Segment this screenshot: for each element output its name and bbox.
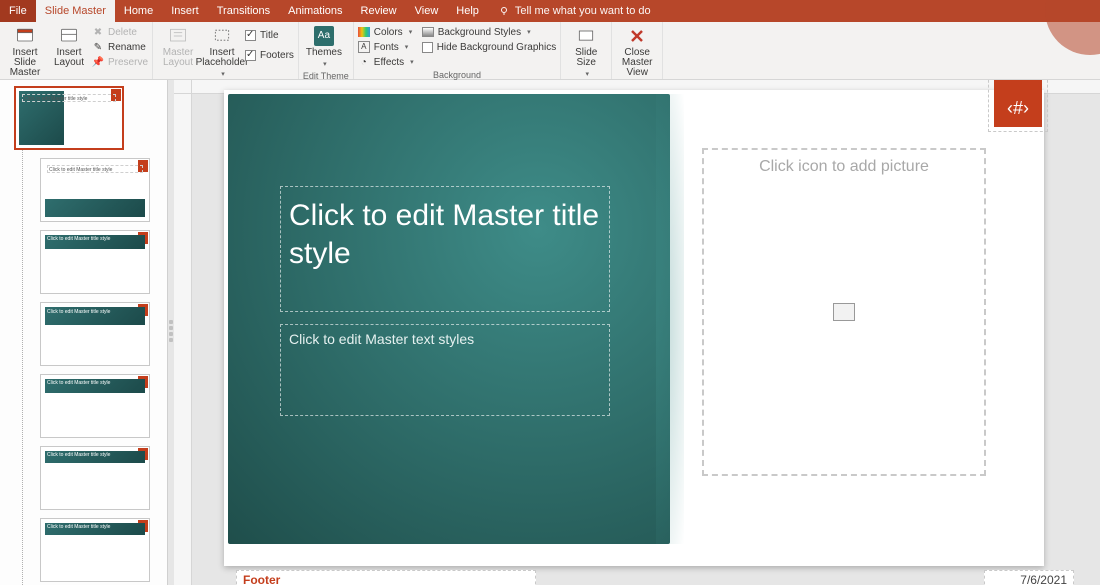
tell-me-label: Tell me what you want to do (515, 5, 651, 17)
footers-checkbox[interactable]: Footers (245, 48, 294, 62)
effects-button[interactable]: ◔Effects▾ (358, 55, 414, 69)
checkbox-icon (245, 50, 256, 61)
ruler-corner (174, 80, 192, 94)
insert-slide-master-button[interactable]: Insert Slide Master (4, 24, 46, 78)
insert-placeholder-button[interactable]: Insert Placeholder▾ (201, 24, 243, 80)
fonts-icon: A (358, 41, 370, 53)
placeholder-icon (212, 26, 232, 46)
colors-button[interactable]: Colors▾ (358, 25, 414, 39)
group-edit-theme: Aa Themes▾ Edit Theme (299, 22, 354, 79)
insert-layout-button[interactable]: Insert Layout (48, 24, 90, 68)
slide-number-placeholder[interactable]: ‹#› (994, 80, 1042, 127)
tab-file[interactable]: File (0, 0, 36, 22)
slide-master-surface[interactable]: ‹#› Click to edit Master title style Cli… (224, 90, 1044, 566)
thumbnail-layout-3[interactable]: Click to edit Master title style (40, 302, 150, 366)
picture-icon[interactable] (833, 303, 855, 321)
slide-size-icon (576, 26, 596, 46)
colors-icon (358, 27, 370, 37)
tab-help[interactable]: Help (447, 0, 488, 22)
effects-icon: ◔ (358, 56, 370, 68)
outline-tree-line (22, 92, 23, 585)
layout-icon (59, 26, 79, 46)
preserve-icon: 📌 (92, 56, 104, 68)
delete-button[interactable]: ✖Delete (92, 25, 148, 39)
checkbox-icon (245, 30, 256, 41)
group-close: Close Master View Close (612, 22, 663, 79)
tab-home[interactable]: Home (115, 0, 162, 22)
thumbnail-layout-2[interactable]: Click to edit Master title style (40, 230, 150, 294)
master-layout-button[interactable]: Master Layout (157, 24, 199, 68)
bg-styles-icon (422, 27, 434, 37)
background-styles-button[interactable]: Background Styles▾ (422, 25, 557, 39)
body-text-placeholder[interactable]: Click to edit Master text styles (280, 324, 610, 416)
picture-placeholder[interactable]: Click icon to add picture (702, 148, 986, 476)
main-area: Click to edit Master title style Click t… (0, 80, 1100, 585)
close-master-view-button[interactable]: Close Master View (616, 24, 658, 78)
master-layout-icon (168, 26, 188, 46)
thumbnail-layout-5[interactable]: Click to edit Master title style (40, 446, 150, 510)
tab-slide-master[interactable]: Slide Master (36, 0, 115, 22)
fonts-button[interactable]: AFonts▾ (358, 40, 414, 54)
slide-background-panel (228, 94, 670, 544)
tab-insert[interactable]: Insert (162, 0, 208, 22)
rename-icon: ✎ (92, 41, 104, 53)
themes-button[interactable]: Aa Themes▾ (303, 24, 345, 70)
ribbon-tabs: File Slide Master Home Insert Transition… (0, 0, 1100, 22)
thumbnail-layout-6[interactable]: Click to edit Master title style (40, 518, 150, 582)
tab-animations[interactable]: Animations (279, 0, 351, 22)
tell-me-search[interactable]: Tell me what you want to do (488, 5, 651, 17)
checkbox-icon (422, 42, 433, 53)
splitter-grip-icon (169, 320, 173, 356)
ribbon: Insert Slide Master Insert Layout ✖Delet… (0, 22, 1100, 80)
close-icon (627, 26, 647, 46)
footer-placeholder[interactable]: Footer (236, 570, 536, 585)
slide-size-button[interactable]: Slide Size▾ (565, 24, 607, 80)
thumbnail-layout-1[interactable]: Click to edit Master title style (40, 158, 150, 222)
app-corner-accent (1030, 0, 1100, 70)
thumbnail-slide-master[interactable]: Click to edit Master title style (14, 86, 124, 150)
tab-review[interactable]: Review (352, 0, 406, 22)
preserve-button[interactable]: 📌Preserve (92, 55, 148, 69)
title-checkbox[interactable]: Title (245, 28, 294, 42)
picture-placeholder-label: Click icon to add picture (759, 158, 929, 175)
lightbulb-icon (498, 5, 510, 17)
group-master-layout: Master Layout Insert Placeholder▾ Title … (153, 22, 299, 79)
ruler-vertical (174, 94, 192, 585)
slide-canvas[interactable]: ‹#› Click to edit Master title style Cli… (174, 80, 1100, 585)
group-size: Slide Size▾ Size (561, 22, 612, 79)
tab-view[interactable]: View (406, 0, 448, 22)
themes-icon: Aa (314, 26, 334, 46)
delete-icon: ✖ (92, 26, 104, 38)
tab-transitions[interactable]: Transitions (208, 0, 279, 22)
slide-master-icon (15, 26, 35, 46)
thumbnails-pane[interactable]: Click to edit Master title style Click t… (0, 80, 168, 585)
rename-button[interactable]: ✎Rename (92, 40, 148, 54)
date-placeholder[interactable]: 7/6/2021 (984, 570, 1074, 585)
hide-bg-checkbox[interactable]: Hide Background Graphics (422, 40, 557, 54)
title-placeholder[interactable]: Click to edit Master title style (280, 186, 610, 312)
group-background: Colors▾ AFonts▾ ◔Effects▾ Background Sty… (354, 22, 561, 79)
thumbnail-layout-4[interactable]: Click to edit Master title style (40, 374, 150, 438)
group-edit-master: Insert Slide Master Insert Layout ✖Delet… (0, 22, 153, 79)
